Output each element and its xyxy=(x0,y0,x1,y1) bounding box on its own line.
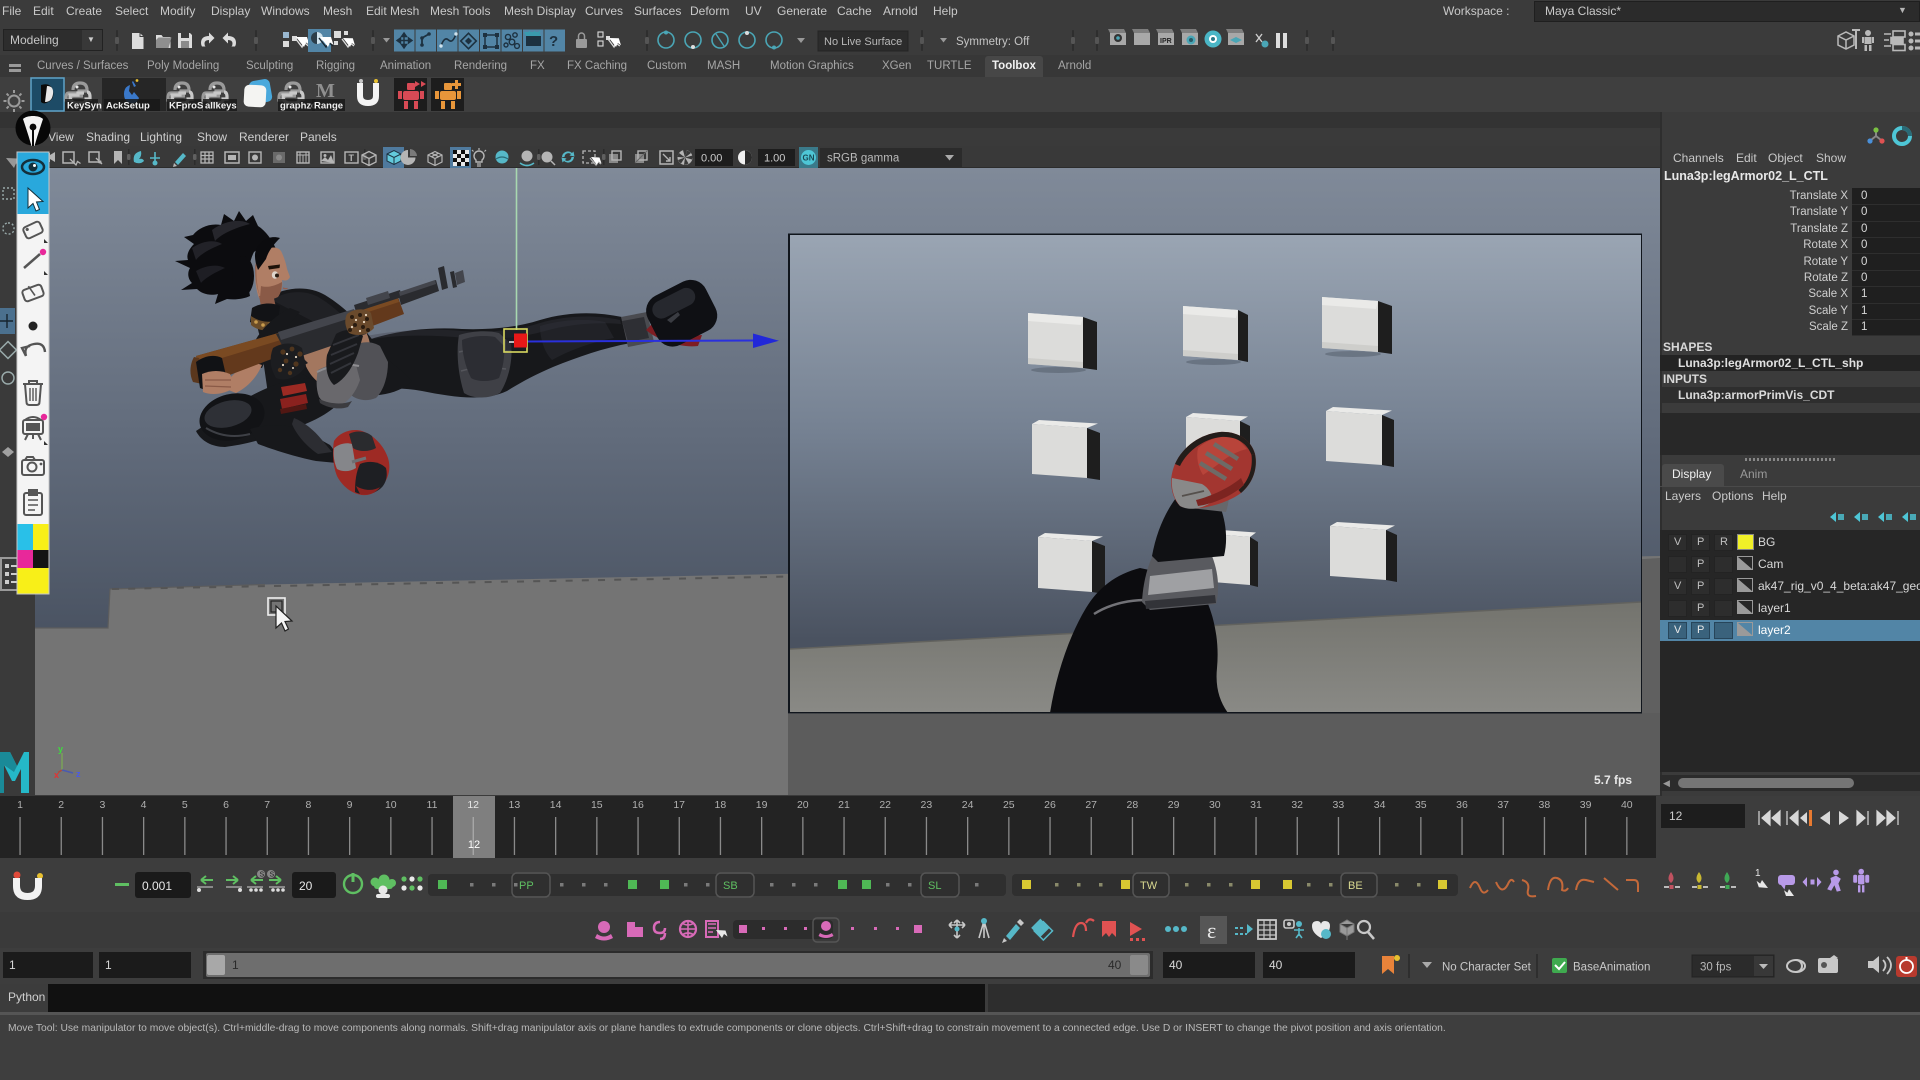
svg-text:allkeys: allkeys xyxy=(205,101,237,112)
svg-text:0.00: 0.00 xyxy=(701,153,722,165)
svg-text:32: 32 xyxy=(1291,799,1303,811)
svg-text:1: 1 xyxy=(17,799,23,811)
svg-text:20: 20 xyxy=(299,879,313,893)
svg-text:GN: GN xyxy=(803,154,815,163)
svg-text:S: S xyxy=(270,872,275,879)
svg-text:12: 12 xyxy=(467,799,479,811)
svg-text:z: z xyxy=(76,769,81,779)
svg-text:Range: Range xyxy=(314,101,343,112)
svg-text:4: 4 xyxy=(141,799,147,811)
svg-text:S: S xyxy=(260,872,265,879)
svg-text:12: 12 xyxy=(468,839,480,851)
svg-text:x: x xyxy=(54,770,59,780)
svg-text:39: 39 xyxy=(1580,799,1592,811)
svg-text:IPR: IPR xyxy=(1160,38,1172,45)
svg-text:31: 31 xyxy=(1250,799,1262,811)
svg-text:25: 25 xyxy=(1003,799,1015,811)
svg-text:35: 35 xyxy=(1415,799,1427,811)
svg-text:11: 11 xyxy=(427,799,438,811)
svg-text:16: 16 xyxy=(632,799,644,811)
svg-text:29: 29 xyxy=(1168,799,1180,811)
svg-text:7: 7 xyxy=(264,799,270,811)
svg-text:KeySyn: KeySyn xyxy=(67,101,102,112)
svg-text:0.001: 0.001 xyxy=(142,879,172,893)
svg-text:AckSetup: AckSetup xyxy=(106,101,150,112)
svg-text:y: y xyxy=(58,744,63,754)
svg-text:30: 30 xyxy=(1209,799,1221,811)
svg-text:10: 10 xyxy=(385,799,397,811)
svg-text:sRGB gamma: sRGB gamma xyxy=(827,153,900,165)
svg-text:26: 26 xyxy=(1044,799,1056,811)
svg-text:No Live Surface: No Live Surface xyxy=(824,36,902,48)
svg-text:20: 20 xyxy=(797,799,809,811)
svg-text:3: 3 xyxy=(99,799,105,811)
svg-text:?: ? xyxy=(549,33,558,50)
svg-text:BE: BE xyxy=(1348,880,1363,892)
svg-text:15: 15 xyxy=(591,799,603,811)
svg-text:5.7 fps: 5.7 fps xyxy=(1594,773,1632,787)
svg-text:Symmetry: Off: Symmetry: Off xyxy=(956,36,1030,48)
svg-text:KFproS: KFproS xyxy=(169,101,203,112)
svg-text:13: 13 xyxy=(509,799,521,811)
svg-text:BaseAnimation: BaseAnimation xyxy=(1573,962,1650,974)
svg-text:SB: SB xyxy=(723,880,738,892)
svg-text:5: 5 xyxy=(182,799,188,811)
svg-text:33: 33 xyxy=(1333,799,1345,811)
svg-text:21: 21 xyxy=(838,799,850,811)
svg-text:23: 23 xyxy=(921,799,933,811)
svg-text:TW: TW xyxy=(1140,880,1158,892)
svg-text:graphzc: graphzc xyxy=(280,101,316,112)
svg-text:SL: SL xyxy=(928,880,941,892)
svg-text:1.00: 1.00 xyxy=(764,153,785,165)
svg-text:19: 19 xyxy=(756,799,768,811)
svg-text:6: 6 xyxy=(223,799,229,811)
svg-text:38: 38 xyxy=(1539,799,1551,811)
svg-text:34: 34 xyxy=(1374,799,1386,811)
svg-text:24: 24 xyxy=(962,799,974,811)
svg-text:36: 36 xyxy=(1456,799,1468,811)
svg-text:14: 14 xyxy=(550,799,562,811)
svg-text:18: 18 xyxy=(715,799,727,811)
svg-text:30 fps: 30 fps xyxy=(1700,962,1732,974)
svg-text:40: 40 xyxy=(1621,799,1633,811)
svg-text:28: 28 xyxy=(1127,799,1139,811)
svg-text:M: M xyxy=(316,80,335,102)
svg-text:37: 37 xyxy=(1497,799,1509,811)
svg-text:27: 27 xyxy=(1085,799,1097,811)
svg-text:T: T xyxy=(349,153,355,163)
svg-text:1: 1 xyxy=(1755,868,1761,879)
svg-text:9: 9 xyxy=(347,799,353,811)
svg-text:PP: PP xyxy=(519,880,534,892)
svg-text:22: 22 xyxy=(879,799,891,811)
svg-text:8: 8 xyxy=(305,799,311,811)
svg-text:ε: ε xyxy=(1207,918,1216,943)
svg-text:No Character Set: No Character Set xyxy=(1442,962,1532,974)
svg-text:17: 17 xyxy=(673,799,685,811)
svg-text:2: 2 xyxy=(58,799,64,811)
